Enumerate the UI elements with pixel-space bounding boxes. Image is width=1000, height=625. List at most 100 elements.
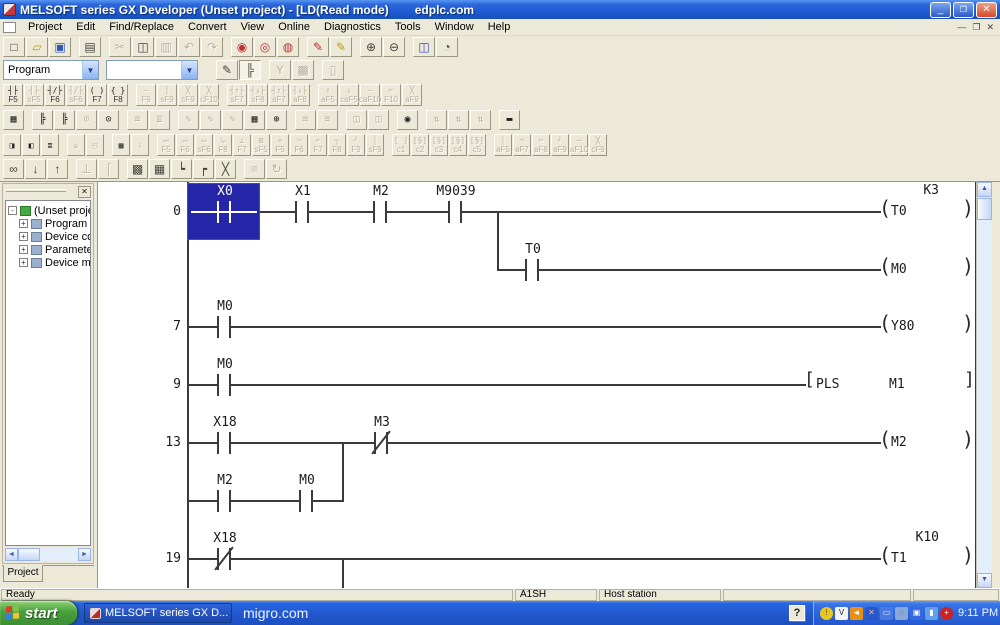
invert-result-button[interactable]: ─caF10 (360, 84, 380, 106)
print-button[interactable]: ▤ (79, 37, 101, 57)
mdi-close-button[interactable]: ✕ (986, 21, 994, 33)
toolbar-button[interactable] (419, 110, 425, 130)
edge-af7-button[interactable]: ¬aF7 (513, 134, 531, 156)
menu-item[interactable]: Find/Replace (102, 20, 181, 34)
wiring-sf6-button[interactable]: ▭sF6 (195, 134, 213, 156)
menu-item[interactable]: Online (271, 20, 317, 34)
list-display-button[interactable]: ▦ (149, 159, 170, 179)
toolbar-button[interactable] (69, 159, 75, 179)
toolbar-button[interactable] (25, 110, 31, 130)
trace-button[interactable]: ≋ (295, 110, 316, 130)
note-edit-button[interactable]: ⊙ (98, 110, 119, 130)
zoom-in-button[interactable]: ⊕ (360, 37, 382, 57)
ladder-symbol-button[interactable] (220, 84, 226, 106)
coil-c1-button[interactable]: [ ]c1 (392, 134, 410, 156)
panel-close-icon[interactable]: ✕ (78, 186, 91, 198)
scroll-up-icon[interactable] (977, 182, 992, 197)
vertical-line-button[interactable]: │sF9 (157, 84, 177, 106)
ladder-contact[interactable] (217, 316, 231, 338)
tray-network-error-icon[interactable]: ✕ (865, 607, 878, 620)
falling-pulse-button[interactable]: ┤↓├sF8 (248, 84, 268, 106)
monitor-start-button[interactable]: ◉ (397, 110, 418, 130)
screen-display-button[interactable]: ▬ (499, 110, 520, 130)
zoom-out-button[interactable]: ⊖ (383, 37, 405, 57)
help-button[interactable]: ? (789, 605, 805, 621)
instruction-label[interactable]: PLS (816, 377, 839, 392)
register-button[interactable]: ⇩ (131, 134, 149, 156)
project-tree-toggle-button[interactable]: ╠ (239, 60, 261, 80)
mdi-minimize-button[interactable]: — (957, 21, 966, 33)
open-contact-button[interactable]: ┤├F5 (3, 84, 23, 106)
delete-vertical-line-button[interactable]: ╳cF10 (199, 84, 219, 106)
delete-horizontal-line-button[interactable]: ╳cF9 (178, 84, 198, 106)
statement-edit-button[interactable]: ╠ (54, 110, 75, 130)
program-type-combo[interactable]: Program ▼ (3, 60, 99, 80)
monitor-stop-button[interactable]: ◍ (277, 37, 299, 57)
ladder-contact[interactable] (525, 259, 539, 281)
tray-alert-icon[interactable]: ! (820, 607, 833, 620)
tree-item[interactable]: + Device me (6, 256, 90, 269)
find-step-button[interactable]: ⊕ (266, 110, 287, 130)
comment-edit-button[interactable]: ✎ (216, 60, 238, 80)
tree-item[interactable]: + Program (6, 217, 90, 230)
open-project-button[interactable]: ▱ (26, 37, 48, 57)
toolbar-button[interactable] (102, 37, 108, 57)
toolbar-button[interactable] (353, 37, 359, 57)
ladder-contact[interactable] (373, 201, 387, 223)
toolbar-button[interactable] (406, 37, 412, 57)
coil-c2-button[interactable]: [§]c2 (411, 134, 429, 156)
trace-stop-button[interactable]: ≋ (317, 110, 338, 130)
pulse-contact-button[interactable]: ↑aF5 (318, 84, 338, 106)
wiring-sf9-button[interactable]: │sF9 (366, 134, 384, 156)
toolbar-button[interactable] (315, 60, 321, 80)
wiring-f7-button[interactable]: ⊥F7 (233, 134, 251, 156)
copy-button[interactable]: ◫ (132, 37, 154, 57)
toolbar-button[interactable] (390, 110, 396, 130)
sort-descending-button[interactable]: ⇅ (448, 110, 469, 130)
ladder-contact[interactable] (299, 490, 313, 512)
device-comment-button[interactable]: ▦ (3, 110, 24, 130)
application-instruction-button[interactable]: { }F8 (108, 84, 128, 106)
edge-af5-button[interactable]: │aF5 (494, 134, 512, 156)
parallel-open-contact-button[interactable]: ┤├sF5 (24, 84, 44, 106)
parallel-rising-pulse-button[interactable]: ┤↑├aF7 (269, 84, 289, 106)
new-project-button[interactable]: □ (3, 37, 25, 57)
cut-button[interactable]: ✂ (109, 37, 131, 57)
tray-battery-icon[interactable]: ▮ (925, 607, 938, 620)
tray-security-icon[interactable]: + (940, 607, 953, 620)
write-mode-button[interactable]: ✎ (330, 37, 352, 57)
edge-af9-button[interactable]: ┘aF9 (551, 134, 569, 156)
menu-item[interactable]: Convert (181, 20, 234, 34)
toolbar-button[interactable] (300, 37, 306, 57)
toolbar-button[interactable] (60, 134, 66, 156)
wiring-sf5-button[interactable]: ⊠sF5 (252, 134, 270, 156)
transfer-setup-button[interactable]: ◧ (22, 134, 40, 156)
tree-item[interactable]: + Paramete (6, 243, 90, 256)
toolbar-button[interactable] (120, 110, 126, 130)
menu-item[interactable]: Diagnostics (317, 20, 388, 34)
instruction-operand[interactable]: M1 (889, 377, 905, 392)
note-button[interactable]: ⊙ (76, 110, 97, 130)
scroll-right-icon[interactable] (78, 548, 91, 561)
cross-reference-button[interactable]: ⊥ (76, 159, 97, 179)
ladder-editor[interactable]: 0 X0 X1 M2 M9039 K3 T0 T0 M0 7 M0 Y80 9 … (97, 182, 976, 588)
toolbar-button[interactable] (237, 159, 243, 179)
line-delete-button[interactable]: ╳aF9 (402, 84, 422, 106)
label-button[interactable]: ▯ (322, 60, 344, 80)
toolbar-button[interactable] (171, 110, 177, 130)
close-button[interactable] (976, 2, 997, 18)
ladder-contact[interactable] (217, 490, 231, 512)
coil-c5-button[interactable]: [§]c5 (468, 134, 486, 156)
tree-expand-toggle[interactable]: + (19, 232, 28, 241)
horizontal-line-button[interactable]: ─F9 (136, 84, 156, 106)
tree-root-item[interactable]: - (Unset projec (6, 204, 90, 217)
rising-pulse-button[interactable]: ┤↑├sF7 (227, 84, 247, 106)
menu-item[interactable]: Edit (69, 20, 102, 34)
scroll-left-icon[interactable] (5, 548, 18, 561)
tray-network-icon[interactable]: ▭ (880, 607, 893, 620)
chevron-down-icon[interactable]: ▼ (82, 61, 98, 79)
coil-c3-button[interactable]: [§]c3 (430, 134, 448, 156)
find-next-button[interactable]: ↓ (25, 159, 46, 179)
insert-mode-button[interactable]: ✎ (200, 110, 221, 130)
edit-button[interactable]: ✎ (178, 110, 199, 130)
